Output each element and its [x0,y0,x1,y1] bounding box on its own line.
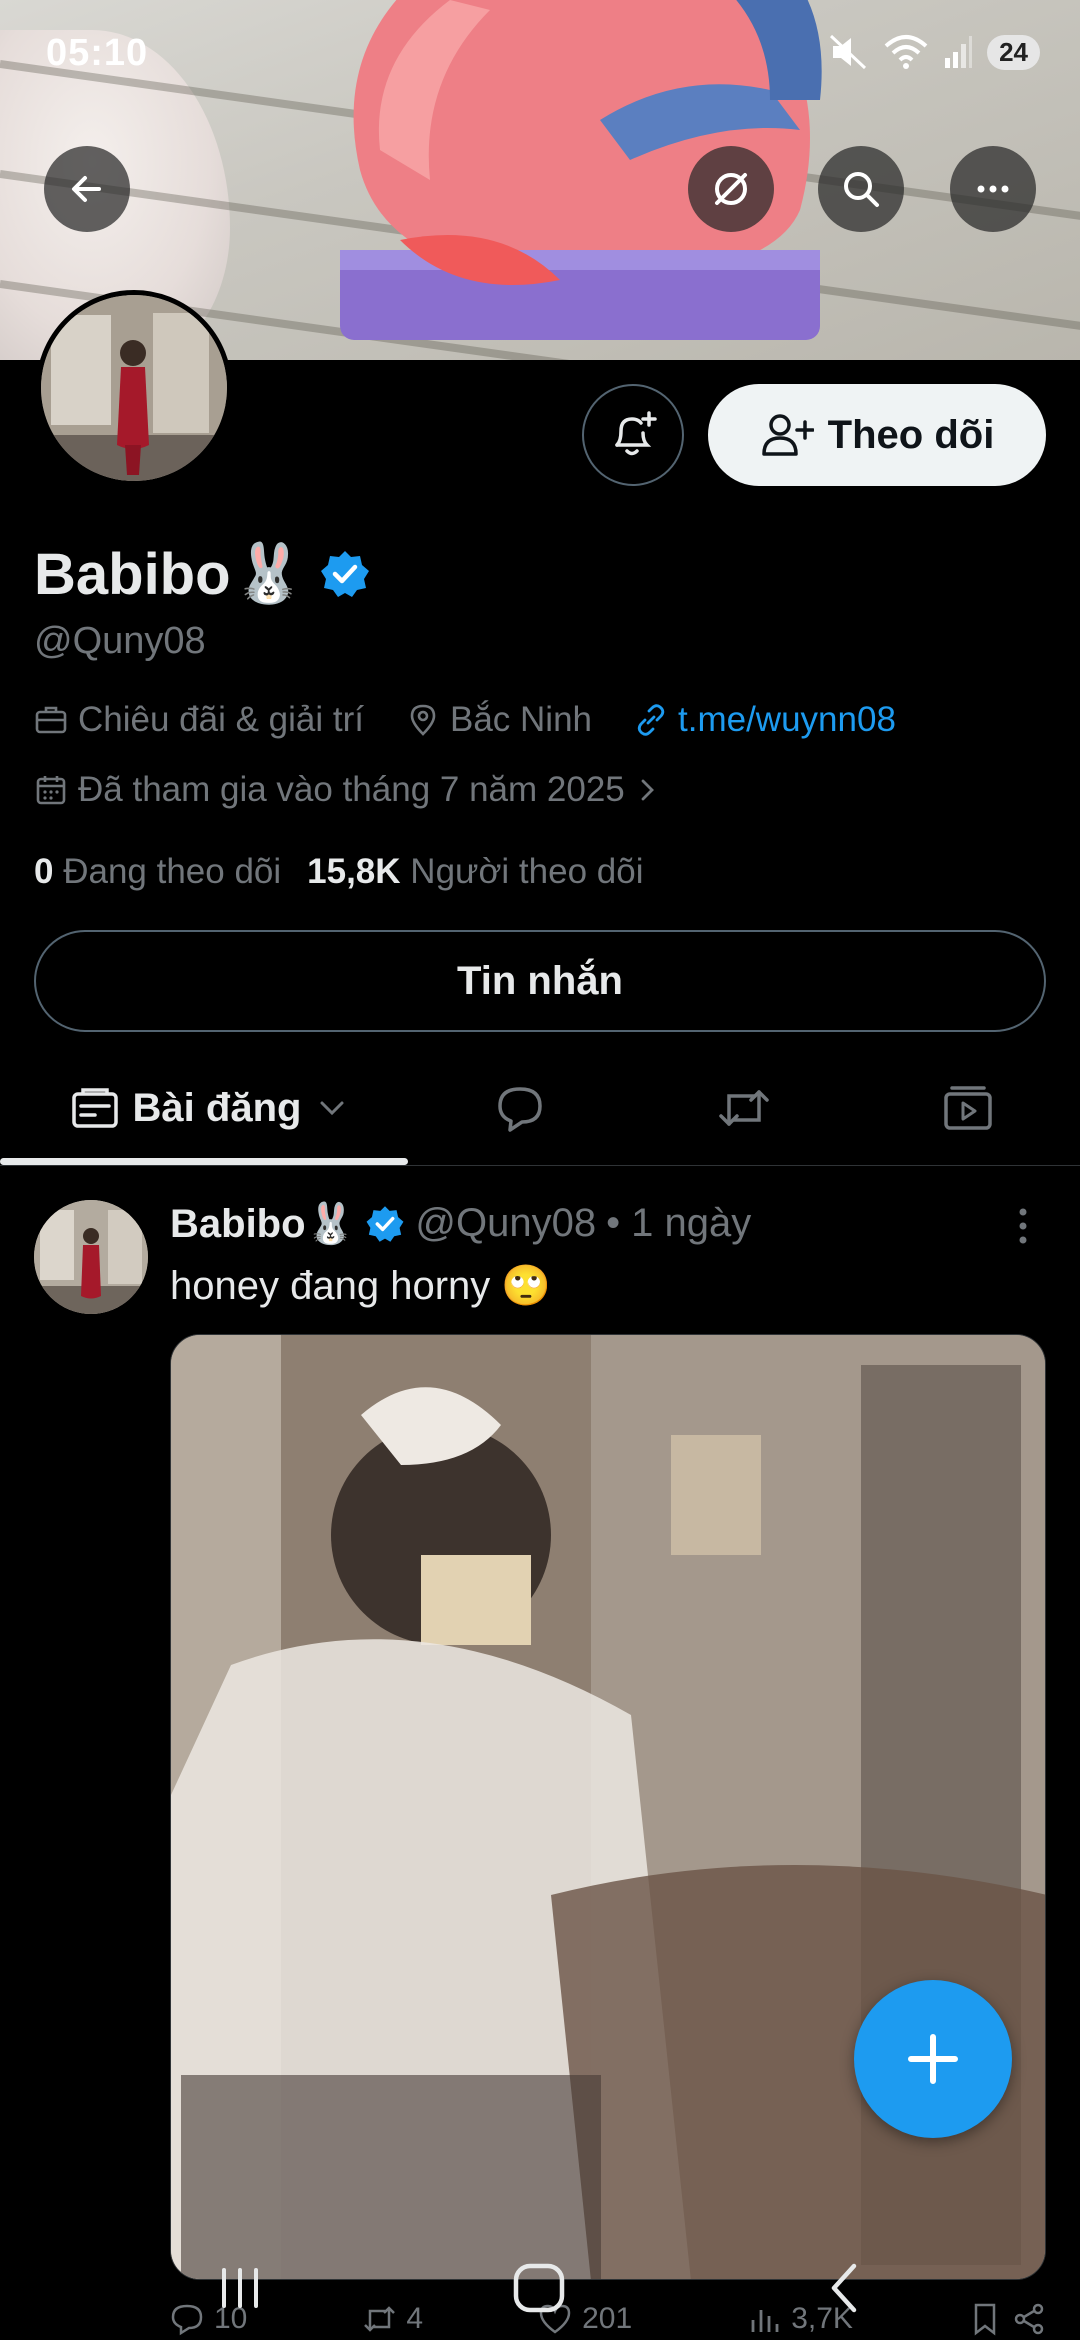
profile-link[interactable]: t.me/wuynn08 [634,700,896,740]
status-icons: 24 [829,34,1040,70]
message-button[interactable]: Tin nhắn [34,930,1046,1032]
search-button[interactable] [818,146,904,232]
calendar-icon [36,776,66,805]
system-back-icon[interactable] [816,2258,876,2318]
post-author-name-text: Babibo [170,1202,306,1246]
no-sync-button[interactable] [688,146,774,232]
verified-badge-icon [320,551,369,597]
category-text: Chiêu đãi & giải trí [78,700,364,739]
media-tab-icon [944,1086,992,1130]
notification-bell-button[interactable] [582,384,684,486]
post-text: honey đang horny 🙄 [170,1262,551,1309]
followers-stat[interactable]: 15,8K Người theo dõi [307,852,643,892]
post-header: Babibo🐰 @Quny08 • 1 ngày [170,1200,751,1247]
meta-location: Bắc Ninh [406,700,592,740]
compose-button[interactable] [854,1980,1012,2138]
post-author-emoji: 🐰 [305,1202,356,1246]
profile-tabs: Bài đăng [0,1050,1080,1166]
verified-badge-icon [366,1205,404,1242]
post-author-handle: @Quny08 [415,1201,597,1245]
display-name-text: Babibo [34,541,231,607]
meta-category: Chiêu đãi & giải trí [34,700,364,740]
posts-tab-icon [71,1088,118,1128]
briefcase-icon [35,706,67,734]
followers-count: 15,8K [307,852,401,891]
more-icon [977,185,1009,193]
following-stat[interactable]: 0 Đang theo dõi [34,852,281,892]
battery-indicator: 24 [987,34,1040,70]
post-more-button[interactable] [1010,1204,1036,1253]
location-pin-icon [410,704,436,736]
status-bar: 05:10 24 [0,0,1080,110]
compose-plus-icon [908,2034,958,2084]
profile-joined[interactable]: Đã tham gia vào tháng 7 năm 2025 [34,770,661,810]
system-navigation-bar [0,2236,1080,2340]
wifi-icon [884,35,928,69]
link-text: t.me/wuynn08 [678,700,896,739]
tab-reposts[interactable] [694,1050,794,1166]
back-button[interactable] [44,146,130,232]
following-label: Đang theo dõi [63,852,282,891]
active-tab-indicator [0,1158,408,1165]
joined-text: Đã tham gia vào tháng 7 năm 2025 [78,770,625,809]
tab-posts-label: Bài đăng [132,1085,302,1130]
search-icon [844,172,879,207]
replies-tab-icon [498,1087,542,1132]
home-icon[interactable] [508,2258,572,2318]
message-button-label: Tin nhắn [457,958,623,1003]
tab-media[interactable] [918,1050,1018,1166]
link-icon [637,704,665,736]
avatar-photo [41,295,227,481]
post-text-emoji: 🙄 [501,1264,552,1308]
chevron-right-icon [641,779,654,801]
add-user-icon [761,414,814,456]
status-time: 05:10 [46,32,149,74]
profile-display-name: Babibo 🐰 [34,540,371,608]
profile-handle: @Quny08 [34,620,206,662]
post-author-name[interactable]: Babibo🐰 [170,1200,355,1247]
post-media-photo [171,1335,1045,2279]
location-text: Bắc Ninh [449,700,593,739]
follow-button[interactable]: Theo dõi [708,384,1046,486]
mute-icon [830,34,867,70]
post-media-image[interactable] [170,1334,1046,2280]
recent-apps-icon[interactable] [210,2258,270,2318]
following-count: 0 [34,852,54,891]
bell-plus-icon [615,411,657,456]
no-sync-icon [715,173,747,205]
post-author-avatar[interactable] [34,1200,148,1314]
follow-counts: 0 Đang theo dõi 15,8K Người theo dõi [34,852,643,892]
vertical-more-icon [1019,1208,1027,1244]
post-text-content: honey đang horny [170,1264,491,1308]
profile-meta: Chiêu đãi & giải trí Bắc Ninh t.me/wuynn… [34,700,896,740]
tab-posts[interactable]: Bài đăng [40,1050,380,1166]
signal-icon [945,36,973,68]
post-time: • 1 ngày [606,1201,752,1245]
reposts-tab-icon [719,1090,769,1126]
chevron-down-icon [320,1101,344,1116]
follow-button-label: Theo dõi [827,412,995,457]
back-arrow-icon [72,176,101,202]
tab-replies[interactable] [470,1050,570,1166]
name-emoji: 🐰 [232,541,305,606]
profile-avatar[interactable] [36,290,232,486]
more-button[interactable] [950,146,1036,232]
followers-label: Người theo dõi [410,852,644,891]
post-avatar-photo [34,1200,148,1314]
